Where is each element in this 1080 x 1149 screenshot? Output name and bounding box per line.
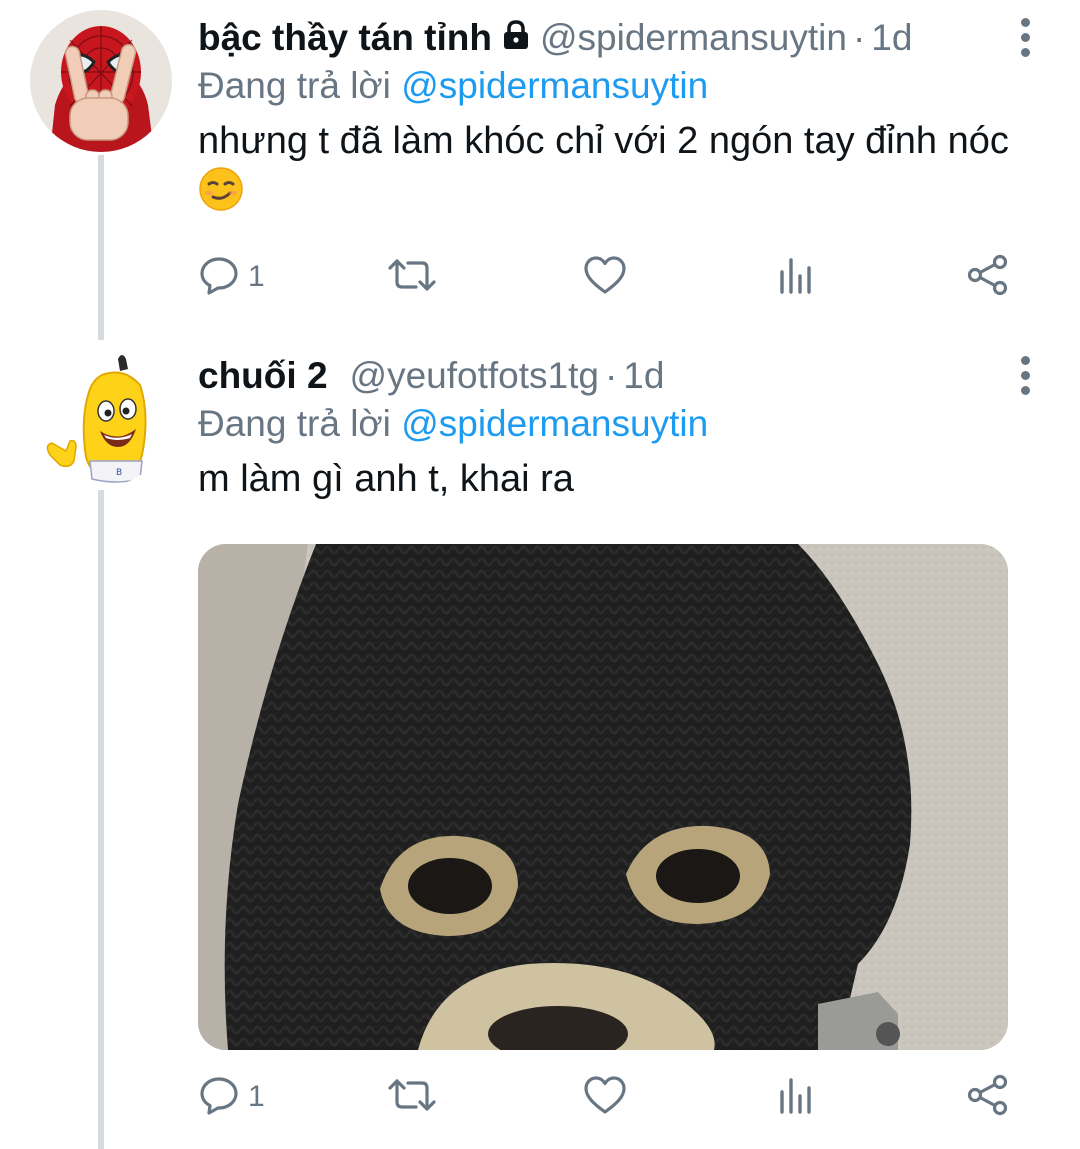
lock-icon	[502, 14, 530, 62]
retweet-icon	[386, 254, 438, 301]
share-icon	[966, 1073, 1010, 1122]
separator-dot: ·	[604, 355, 618, 396]
reply-count: 1	[248, 260, 265, 293]
user-handle[interactable]: @spidermansuytin	[540, 14, 847, 62]
reply-mention-link[interactable]: @spidermansuytin	[401, 65, 708, 106]
separator-dot: ·	[852, 17, 866, 58]
display-name[interactable]: chuối 2	[198, 352, 328, 400]
tweet-text-content: m làm gì anh t, khai ra	[198, 458, 574, 500]
reply-button[interactable]: 1	[198, 1072, 265, 1122]
tweet-actions: 1	[198, 252, 1018, 302]
retweet-button[interactable]	[386, 252, 438, 302]
balaclava-dog-image[interactable]	[198, 544, 1008, 1050]
analytics-icon	[776, 1074, 816, 1121]
tweet-text-content: nhưng t đã làm khóc chỉ với 2 ngón tay đ…	[198, 120, 1009, 162]
more-icon[interactable]	[1018, 356, 1032, 401]
reply-context: Đang trả lời @spidermansuytin	[198, 62, 1010, 110]
like-icon	[582, 254, 628, 301]
reply-prefix: Đang trả lời	[198, 65, 391, 106]
tweet-header: bậc thầy tán tỉnh @spidermansuytin · 1d	[198, 14, 1010, 62]
share-button[interactable]	[966, 1072, 1010, 1122]
avatar[interactable]: B	[30, 345, 172, 487]
analytics-button[interactable]	[776, 252, 816, 302]
tweet-header: chuối 2 @yeufotfots1tg · 1d	[198, 352, 1010, 400]
reply-mention-link[interactable]: @spidermansuytin	[401, 403, 708, 444]
share-button[interactable]	[966, 252, 1010, 302]
display-name[interactable]: bậc thầy tán tỉnh	[198, 14, 492, 62]
like-button[interactable]	[582, 1072, 628, 1122]
retweet-icon	[386, 1074, 438, 1121]
tweet[interactable]: bậc thầy tán tỉnh @spidermansuytin · 1d …	[0, 0, 1080, 335]
reply-count: 1	[248, 1080, 265, 1113]
avatar[interactable]	[30, 10, 172, 152]
smirking-face-emoji	[198, 166, 244, 225]
reply-icon	[198, 1074, 240, 1121]
user-handle[interactable]: @yeufotfots1tg	[350, 352, 599, 400]
like-icon	[582, 1074, 628, 1121]
more-icon[interactable]	[1018, 18, 1032, 63]
share-icon	[966, 253, 1010, 302]
timestamp[interactable]: 1d	[623, 352, 664, 400]
analytics-button[interactable]	[776, 1072, 816, 1122]
tweet-actions: 1	[198, 1072, 1018, 1122]
like-button[interactable]	[582, 252, 628, 302]
tweet[interactable]: B chuối 2 @yeufotfots1tg · 1d Đang trả l…	[0, 340, 1080, 1149]
timestamp[interactable]: 1d	[871, 14, 912, 62]
reply-icon	[198, 254, 240, 301]
tweet-text: m làm gì anh t, khai ra	[198, 454, 1010, 504]
analytics-icon	[776, 254, 816, 301]
retweet-button[interactable]	[386, 1072, 438, 1122]
svg-text:B: B	[116, 468, 122, 478]
tweet-text: nhưng t đã làm khóc chỉ với 2 ngón tay đ…	[198, 116, 1010, 225]
reply-prefix: Đang trả lời	[198, 403, 391, 444]
reply-context: Đang trả lời @spidermansuytin	[198, 400, 1010, 448]
reply-button[interactable]: 1	[198, 252, 265, 302]
